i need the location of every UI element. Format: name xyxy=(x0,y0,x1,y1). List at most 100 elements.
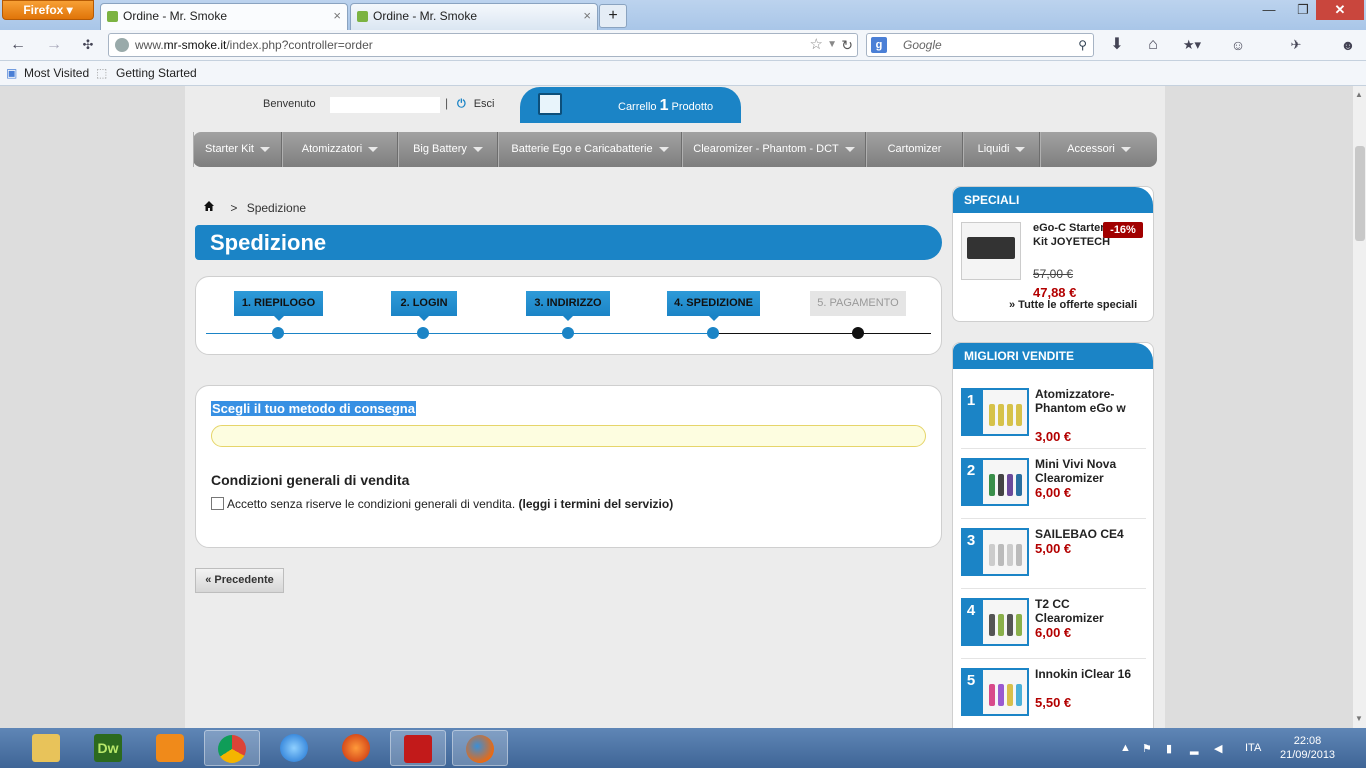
bookmark-most-visited[interactable]: Most Visited xyxy=(24,61,89,85)
back-icon[interactable]: ← xyxy=(6,34,30,56)
favicon-icon xyxy=(357,11,368,22)
accept-terms-checkbox[interactable] xyxy=(211,497,224,510)
app-icon[interactable] xyxy=(266,730,322,766)
media-player-icon[interactable] xyxy=(142,730,198,766)
step-dot xyxy=(272,327,284,339)
cart-count: 1 xyxy=(659,97,669,114)
network-icon[interactable]: ▂ xyxy=(1190,742,1202,755)
bookmarks-menu-icon[interactable]: ★▾ xyxy=(1180,34,1204,56)
adblock-icon[interactable]: ☻ xyxy=(1336,34,1360,56)
step-riepilogo[interactable]: 1. RIEPILOGO xyxy=(234,291,323,321)
product-name[interactable]: Mini Vivi Nova Clearomizer xyxy=(1035,457,1140,485)
menu-label: Clearomizer - Phantom - DCT xyxy=(693,143,839,155)
language-indicator[interactable]: ITA xyxy=(1245,742,1261,754)
extension-icon[interactable]: ☺ xyxy=(1226,34,1250,56)
firefox-menu-button[interactable]: Firefox ▾ xyxy=(2,0,94,20)
product-thumb xyxy=(1016,684,1022,706)
product-name[interactable]: SAILEBAO CE4 xyxy=(1035,527,1140,541)
bookmark-star-icon[interactable]: ☆ xyxy=(810,34,823,56)
product-image[interactable] xyxy=(981,458,1029,506)
tab-order-2[interactable]: Ordine - Mr. Smoke × xyxy=(350,3,598,30)
firefox-icon[interactable] xyxy=(452,730,508,766)
menu-item-atomizzatori[interactable]: Atomizzatori xyxy=(282,132,398,167)
maximize-button[interactable]: ❐ xyxy=(1286,0,1320,20)
dreamweaver-icon[interactable]: Dw xyxy=(80,730,136,766)
username-field xyxy=(330,97,440,113)
bestseller-item[interactable]: 3 SAILEBAO CE4 5,00 € xyxy=(961,527,1146,589)
welcome-text: Benvenuto xyxy=(263,98,316,110)
tab-close-icon[interactable]: × xyxy=(333,4,341,28)
bestseller-item[interactable]: 2 Mini Vivi Nova Clearomizer 6,00 € xyxy=(961,457,1146,519)
delivery-method-title: Scegli il tuo metodo di consegna xyxy=(211,401,416,416)
menu-item-big-battery[interactable]: Big Battery xyxy=(398,132,498,167)
bestseller-item[interactable]: 4 T2 CC Clearomizer 6,00 € xyxy=(961,597,1146,659)
all-specials-link[interactable]: » Tutte le offerte speciali xyxy=(1009,299,1137,311)
url-bar[interactable]: www.mr-smoke.it/index.php?controller=ord… xyxy=(108,33,858,57)
terms-link[interactable]: (leggi i termini del servizio) xyxy=(519,497,674,511)
special-price: 47,88 € xyxy=(1033,285,1077,300)
new-tab-button[interactable]: + xyxy=(599,4,627,28)
chrome-icon[interactable] xyxy=(204,730,260,766)
step-label: 4. SPEDIZIONE xyxy=(674,297,753,309)
product-name[interactable]: T2 CC Clearomizer xyxy=(1035,597,1140,625)
previous-button[interactable]: « Precedente xyxy=(195,568,284,593)
menu-item-batterie-ego[interactable]: Batterie Ego e Caricabatterie xyxy=(498,132,682,167)
search-input[interactable]: g Google ⚲ xyxy=(866,33,1094,57)
home-icon[interactable] xyxy=(203,200,215,212)
menu-item-liquidi[interactable]: Liquidi xyxy=(963,132,1040,167)
close-window-button[interactable]: ✕ xyxy=(1316,0,1364,20)
home-icon[interactable]: ⌂ xyxy=(1141,34,1165,56)
bestseller-item[interactable]: 5 Innokin iClear 16 5,50 € xyxy=(961,667,1146,728)
product-image[interactable] xyxy=(981,598,1029,646)
page-scrollbar[interactable]: ▲ ▼ xyxy=(1352,86,1366,728)
bestseller-item[interactable]: 1 Atomizzatore-Phantom eGo w 3,00 € xyxy=(961,387,1146,449)
product-name[interactable]: Atomizzatore-Phantom eGo w xyxy=(1035,387,1140,415)
scrollbar-thumb[interactable] xyxy=(1355,146,1365,241)
addons-icon[interactable]: ✣ xyxy=(76,34,100,56)
search-placeholder: Google xyxy=(903,38,942,52)
product-image[interactable] xyxy=(981,388,1029,436)
product-name[interactable]: Innokin iClear 16 xyxy=(1035,667,1140,681)
clock-time: 22:08 xyxy=(1293,735,1322,747)
accept-terms-label[interactable]: Accetto senza riserve le condizioni gene… xyxy=(227,497,673,511)
system-clock[interactable]: 22:08 21/09/2013 xyxy=(1280,734,1335,762)
menu-item-starter-kit[interactable]: Starter Kit xyxy=(193,132,282,167)
product-thumb xyxy=(989,474,995,496)
cart-button[interactable]: Carrello 1 Prodotto xyxy=(520,87,741,123)
url-dropdown-icon[interactable]: ▼ xyxy=(827,34,837,56)
acrobat-icon[interactable] xyxy=(390,730,446,766)
product-image[interactable] xyxy=(981,668,1029,716)
specials-box: SPECIALI eGo-C Starter Kit JOYETECH -16%… xyxy=(952,186,1154,322)
firefox-dev-icon[interactable] xyxy=(328,730,384,766)
extension2-icon[interactable]: ✈ xyxy=(1284,34,1308,56)
rank-badge: 2 xyxy=(961,458,981,506)
download-icon[interactable]: ⬇ xyxy=(1105,34,1129,56)
folder-icon[interactable] xyxy=(18,730,74,766)
battery-icon[interactable]: ▮ xyxy=(1166,742,1178,755)
forward-icon[interactable]: → xyxy=(42,34,66,56)
product-image[interactable] xyxy=(961,222,1021,280)
google-search-icon[interactable]: g xyxy=(871,37,887,53)
product-thumb xyxy=(1007,404,1013,426)
product-price: 5,00 € xyxy=(1035,541,1072,556)
menu-item-clearomizer[interactable]: Clearomizer - Phantom - DCT xyxy=(682,132,866,167)
special-product-name[interactable]: eGo-C Starter Kit JOYETECH xyxy=(1033,221,1113,249)
bookmark-getting-started[interactable]: Getting Started xyxy=(116,61,197,85)
menu-item-cartomizer[interactable]: Cartomizer xyxy=(866,132,963,167)
product-thumb xyxy=(1016,404,1022,426)
volume-icon[interactable]: ◀ xyxy=(1214,742,1226,755)
menu-item-accessori[interactable]: Accessori xyxy=(1040,132,1157,167)
reload-icon[interactable]: ↻ xyxy=(841,34,853,56)
show-hidden-icons-icon[interactable]: ▲ xyxy=(1120,742,1132,754)
product-image[interactable] xyxy=(981,528,1029,576)
scroll-up-icon[interactable]: ▲ xyxy=(1355,90,1363,99)
step-indirizzo[interactable]: 3. INDIRIZZO xyxy=(526,291,610,321)
scroll-down-icon[interactable]: ▼ xyxy=(1355,714,1363,723)
action-center-icon[interactable]: ⚑ xyxy=(1142,742,1154,755)
minimize-button[interactable]: — xyxy=(1252,0,1286,20)
step-login[interactable]: 2. LOGIN xyxy=(391,291,457,321)
search-go-icon[interactable]: ⚲ xyxy=(1078,34,1087,56)
tab-close-icon[interactable]: × xyxy=(583,4,591,28)
logout-link[interactable]: ⏻ Esci xyxy=(457,98,494,111)
tab-order-1[interactable]: Ordine - Mr. Smoke × xyxy=(100,3,348,30)
